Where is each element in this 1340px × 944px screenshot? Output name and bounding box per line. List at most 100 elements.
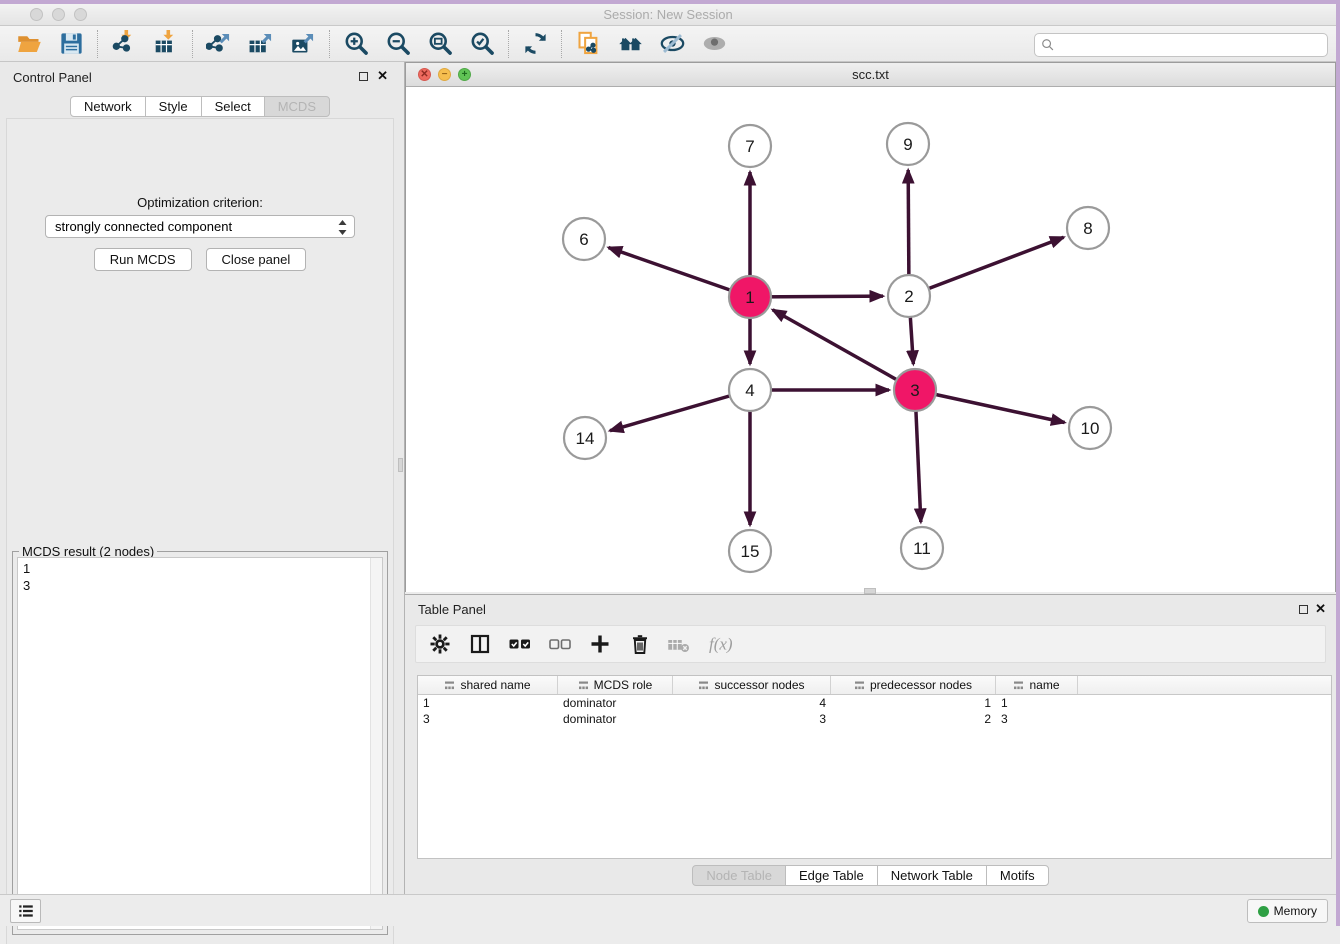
- close-panel-button[interactable]: Close panel: [206, 248, 307, 271]
- check-pair-icon[interactable]: [506, 631, 534, 657]
- column-header-name[interactable]: name: [996, 676, 1078, 694]
- export-network-icon[interactable]: [198, 29, 240, 59]
- memory-label: Memory: [1274, 904, 1317, 918]
- table-delete-icon[interactable]: [666, 631, 694, 657]
- network-canvas[interactable]: 7968124314101511: [406, 87, 1335, 592]
- search-input[interactable]: [1059, 38, 1321, 53]
- tab-node-table[interactable]: Node Table: [692, 865, 786, 886]
- graph-node-label: 7: [745, 137, 754, 156]
- node-table[interactable]: shared nameMCDS rolesuccessor nodesprede…: [417, 675, 1332, 859]
- plus-icon[interactable]: [586, 631, 614, 657]
- tab-select[interactable]: Select: [201, 96, 265, 117]
- desktop-background-strip: [1336, 0, 1340, 926]
- table-toolbar: f(x): [415, 625, 1326, 663]
- mcds-result-group: MCDS result (2 nodes) 13: [12, 551, 388, 935]
- tab-edge-table[interactable]: Edge Table: [785, 865, 878, 886]
- graph-node-label: 2: [904, 287, 913, 306]
- tab-network[interactable]: Network: [70, 96, 146, 117]
- toolbar-separator: [192, 30, 193, 58]
- import-network-icon[interactable]: [103, 29, 145, 59]
- window-title: Session: New Session: [0, 7, 1336, 22]
- tab-style[interactable]: Style: [145, 96, 202, 117]
- control-panel-tabs: NetworkStyleSelectMCDS: [0, 96, 400, 117]
- result-line: 3: [23, 577, 382, 594]
- graph-node-label: 11: [913, 539, 931, 558]
- control-panel-header: Control Panel ✕: [0, 62, 400, 90]
- table-row[interactable]: 3dominator323: [418, 711, 1331, 727]
- gear-icon[interactable]: [426, 631, 454, 657]
- status-bar: Memory: [0, 894, 1336, 926]
- export-table-icon[interactable]: [240, 29, 282, 59]
- float-panel-icon[interactable]: [359, 72, 368, 81]
- graph-node-label: 15: [741, 542, 760, 561]
- search-box[interactable]: [1034, 33, 1328, 57]
- zoom-selected-icon[interactable]: [461, 29, 503, 59]
- table-cell[interactable]: dominator: [558, 711, 673, 727]
- graph-node-label: 4: [745, 381, 754, 400]
- table-cell[interactable]: 4: [673, 695, 831, 711]
- graph-edge-1-6[interactable]: [609, 248, 750, 297]
- graph-node-label: 14: [576, 429, 595, 448]
- graph-edge-3-1[interactable]: [773, 310, 915, 390]
- table-panel-title: Table Panel: [418, 602, 486, 617]
- close-panel-icon[interactable]: ✕: [377, 68, 388, 84]
- double-house-icon[interactable]: [609, 29, 651, 59]
- eye-icon[interactable]: [693, 29, 735, 59]
- select-stepper-icon: [336, 218, 349, 237]
- vertical-splitter-handle[interactable]: [398, 458, 403, 472]
- export-image-icon[interactable]: [282, 29, 324, 59]
- trash-icon[interactable]: [626, 631, 654, 657]
- float-panel-icon[interactable]: [1299, 605, 1308, 614]
- network-graph[interactable]: 7968124314101511: [406, 87, 1335, 592]
- column-header-predecessor-nodes[interactable]: predecessor nodes: [831, 676, 996, 694]
- memory-button[interactable]: Memory: [1247, 899, 1328, 923]
- save-session-icon[interactable]: [50, 29, 92, 59]
- close-panel-icon[interactable]: ✕: [1315, 601, 1326, 617]
- network-view-window: ✕ − + scc.txt 7968124314101511: [405, 62, 1336, 592]
- table-row[interactable]: 1dominator411: [418, 695, 1331, 711]
- column-header-successor-nodes[interactable]: successor nodes: [673, 676, 831, 694]
- table-cell[interactable]: 2: [831, 711, 996, 727]
- refresh-view-icon[interactable]: [514, 29, 556, 59]
- tab-network-table[interactable]: Network Table: [877, 865, 987, 886]
- criterion-select[interactable]: strongly connected component: [45, 215, 355, 238]
- svg-text:f(x): f(x): [709, 635, 732, 654]
- control-panel-title: Control Panel: [13, 70, 92, 85]
- mcds-result-text[interactable]: 13: [17, 557, 383, 930]
- zoom-out-icon[interactable]: [377, 29, 419, 59]
- graph-edge-3-10[interactable]: [915, 390, 1065, 422]
- tab-motifs[interactable]: Motifs: [986, 865, 1049, 886]
- table-cell[interactable]: 3: [418, 711, 558, 727]
- toolbar-separator: [97, 30, 98, 58]
- toolbar-separator: [329, 30, 330, 58]
- column-header-MCDS-role[interactable]: MCDS role: [558, 676, 673, 694]
- uncheck-pair-icon[interactable]: [546, 631, 574, 657]
- run-mcds-button[interactable]: Run MCDS: [94, 248, 192, 271]
- column-header-shared-name[interactable]: shared name: [418, 676, 558, 694]
- zoom-in-icon[interactable]: [335, 29, 377, 59]
- task-history-button[interactable]: [10, 899, 41, 923]
- table-cell[interactable]: 3: [996, 711, 1078, 727]
- fx-icon[interactable]: f(x): [706, 631, 734, 657]
- graph-edge-2-8[interactable]: [909, 237, 1064, 296]
- table-cell[interactable]: 1: [418, 695, 558, 711]
- table-cell[interactable]: 1: [831, 695, 996, 711]
- open-file-icon[interactable]: [8, 29, 50, 59]
- zoom-fit-icon[interactable]: [419, 29, 461, 59]
- import-table-icon[interactable]: [145, 29, 187, 59]
- eye-slash-icon[interactable]: [651, 29, 693, 59]
- split-columns-icon[interactable]: [466, 631, 494, 657]
- tab-mcds[interactable]: MCDS: [264, 96, 330, 117]
- task-list-icon: [17, 902, 35, 920]
- result-scrollbar[interactable]: [370, 558, 382, 929]
- copy-documents-icon[interactable]: [567, 29, 609, 59]
- table-cell[interactable]: 3: [673, 711, 831, 727]
- graph-node-label: 9: [903, 135, 912, 154]
- control-panel: Control Panel ✕ NetworkStyleSelectMCDS O…: [0, 62, 400, 894]
- result-line: 1: [23, 560, 382, 577]
- memory-status-icon: [1258, 906, 1269, 917]
- table-cell[interactable]: 1: [996, 695, 1078, 711]
- table-cell[interactable]: dominator: [558, 695, 673, 711]
- network-window-titlebar[interactable]: ✕ − + scc.txt: [406, 63, 1335, 87]
- mcds-result-lines: 13: [23, 560, 382, 594]
